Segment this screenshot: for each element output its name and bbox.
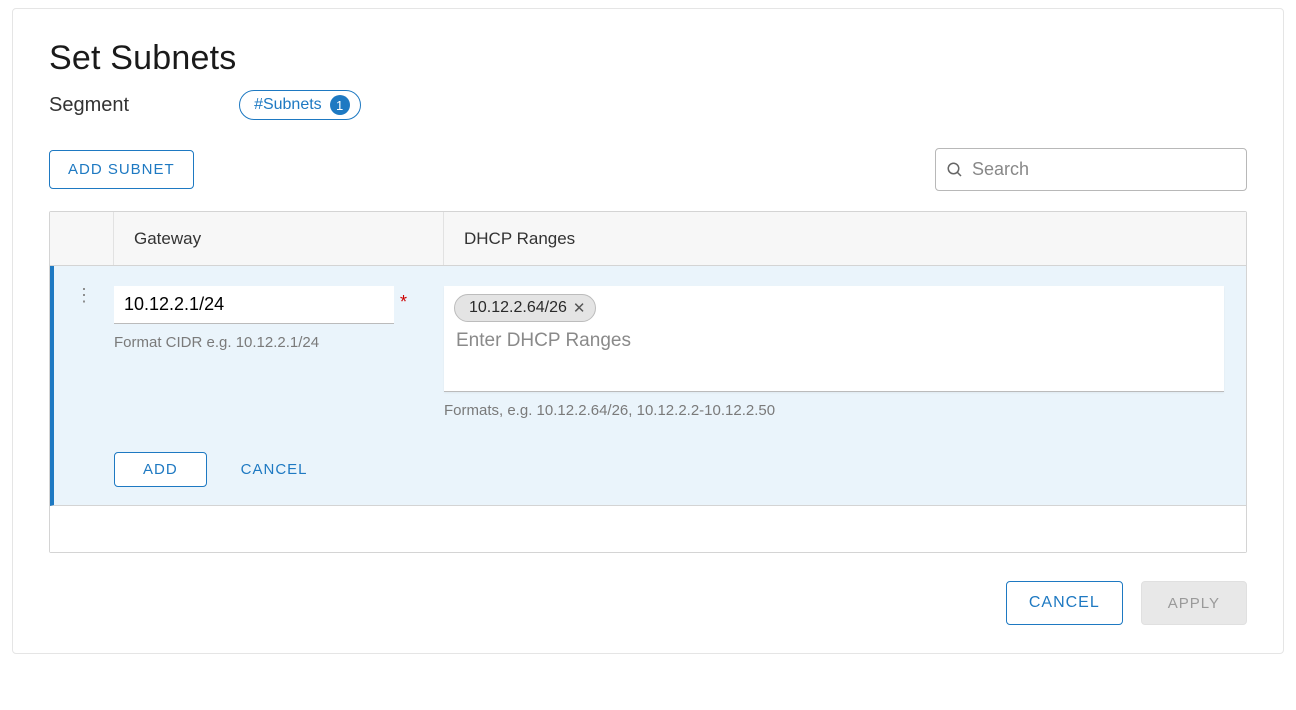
dhcp-hint: Formats, e.g. 10.12.2.64/26, 10.12.2.2-1… <box>444 402 1224 419</box>
dialog-footer: CANCEL APPLY <box>49 581 1247 625</box>
dhcp-cell: 10.12.2.64/26 ✕ Formats, e.g. 10.12.2.64… <box>444 286 1242 487</box>
gateway-input[interactable] <box>114 286 394 324</box>
required-asterisk: * <box>400 292 407 313</box>
dhcp-ranges-input[interactable] <box>454 322 1214 356</box>
row-actions-menu[interactable]: ⋮ <box>54 286 114 487</box>
header-spacer <box>50 212 114 265</box>
search-input[interactable] <box>964 155 1236 184</box>
kebab-icon: ⋮ <box>75 292 93 487</box>
row-add-button[interactable]: ADD <box>114 452 207 487</box>
apply-button[interactable]: APPLY <box>1141 581 1247 625</box>
subnets-count-chip[interactable]: #Subnets 1 <box>239 90 361 120</box>
row-cancel-button[interactable]: CANCEL <box>225 452 324 487</box>
remove-tag-icon[interactable]: ✕ <box>573 299 586 317</box>
toolbar: ADD SUBNET <box>49 148 1247 191</box>
tag-label: 10.12.2.64/26 <box>469 299 567 317</box>
segment-row: Segment #Subnets 1 <box>49 90 1247 120</box>
dialog-title: Set Subnets <box>49 39 1247 78</box>
cancel-button[interactable]: CANCEL <box>1006 581 1123 625</box>
row-action-buttons: ADD CANCEL <box>114 404 424 487</box>
chip-count: 1 <box>330 95 350 115</box>
table-empty-row <box>50 506 1246 552</box>
header-dhcp: DHCP Ranges <box>444 212 1246 265</box>
chip-label: #Subnets <box>254 96 322 114</box>
table-header: Gateway DHCP Ranges <box>50 212 1246 266</box>
header-gateway: Gateway <box>114 212 444 265</box>
add-subnet-button[interactable]: ADD SUBNET <box>49 150 194 189</box>
segment-label: Segment <box>49 94 129 117</box>
dhcp-range-tag: 10.12.2.64/26 ✕ <box>454 294 596 322</box>
set-subnets-dialog: Set Subnets Segment #Subnets 1 ADD SUBNE… <box>12 8 1284 654</box>
dhcp-ranges-field[interactable]: 10.12.2.64/26 ✕ <box>444 286 1224 392</box>
subnets-table: Gateway DHCP Ranges ⋮ * Format CIDR e.g.… <box>49 211 1247 553</box>
search-icon <box>946 161 964 179</box>
gateway-hint: Format CIDR e.g. 10.12.2.1/24 <box>114 334 424 351</box>
table-row-editing: ⋮ * Format CIDR e.g. 10.12.2.1/24 ADD CA… <box>50 266 1246 506</box>
search-field[interactable] <box>935 148 1247 191</box>
gateway-cell: * Format CIDR e.g. 10.12.2.1/24 ADD CANC… <box>114 286 444 487</box>
